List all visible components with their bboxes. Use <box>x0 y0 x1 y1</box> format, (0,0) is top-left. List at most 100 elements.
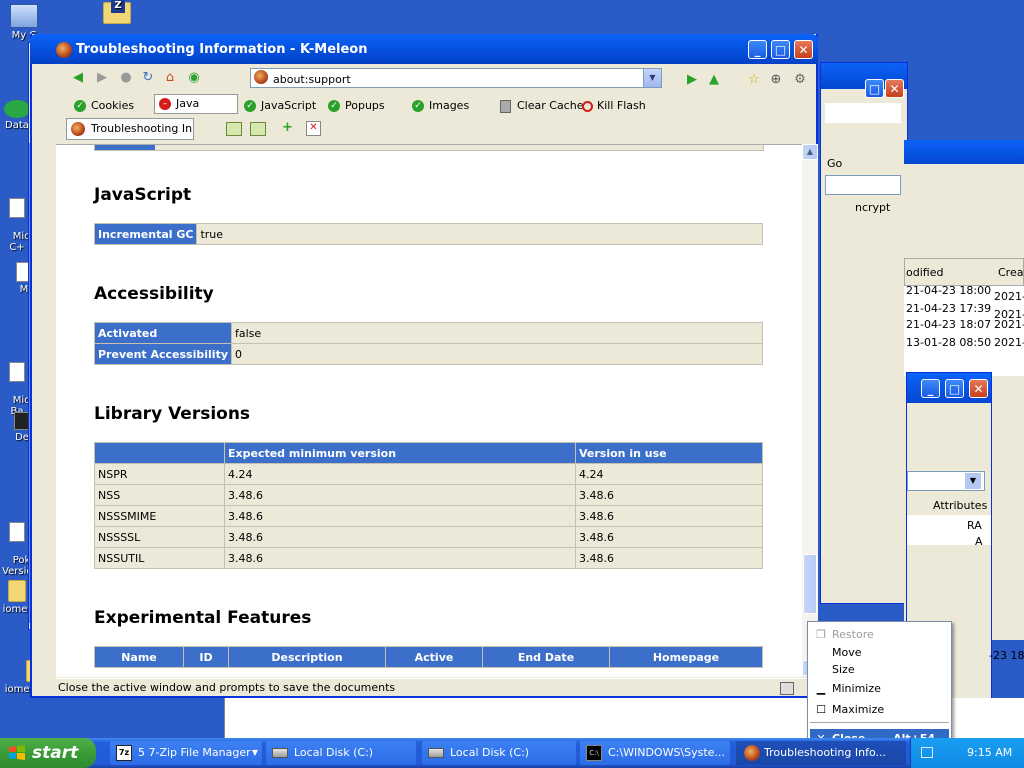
java-toggle[interactable]: – Java <box>154 94 238 114</box>
desktop-icon-zip[interactable]: Z <box>100 0 134 26</box>
table-key: Activated <box>94 322 232 344</box>
list-item[interactable]: 21-04-23 17:39 <box>906 302 991 315</box>
table-row: NSS 3.48.6 3.48.6 <box>94 484 763 506</box>
chevron-down-icon[interactable]: ▼ <box>643 69 661 87</box>
taskbar-item-local-disk-2[interactable]: Local Disk (C:) <box>422 741 576 765</box>
table-value: 0 <box>231 343 763 365</box>
table-cell: NSS <box>94 484 225 506</box>
column-header: Homepage <box>609 646 763 668</box>
tab-troubleshooting[interactable]: Troubleshooting In... <box>66 118 194 140</box>
go-label[interactable]: Go <box>827 157 842 170</box>
tab-forward-icon[interactable] <box>250 122 266 136</box>
javascript-toggle[interactable]: ✓ JavaScript <box>244 97 316 115</box>
scroll-up-icon[interactable]: ▲ <box>802 144 818 160</box>
table-row: NSSSSL 3.48.6 3.48.6 <box>94 526 763 548</box>
taskbar-item-kmeleon[interactable]: Troubleshooting Info... <box>736 741 906 765</box>
forward-icon[interactable]: ▶ <box>94 70 110 86</box>
vertical-scrollbar[interactable]: ▲ ▼ <box>802 144 818 676</box>
up-icon[interactable]: ▲ <box>706 72 722 88</box>
drive-icon <box>272 748 288 758</box>
page-icon <box>254 70 268 84</box>
back-icon[interactable]: ◀ <box>70 70 86 86</box>
library-versions-table: Expected minimum version Version in use … <box>94 442 763 569</box>
new-tab-icon[interactable]: + <box>282 121 296 134</box>
clock[interactable]: 9:15 AM <box>967 738 1012 768</box>
table-row: NSSUTIL 3.48.6 3.48.6 <box>94 547 763 569</box>
search-icon[interactable]: ◉ <box>186 70 202 86</box>
bookmark-star-icon[interactable]: ☆ <box>746 72 762 88</box>
list-item: 2021-( <box>994 290 1024 303</box>
section-heading-library-versions: Library Versions <box>94 404 251 424</box>
status-text: Close the active window and prompts to s… <box>58 681 396 694</box>
restore-icon: ❐ <box>816 628 826 641</box>
kmeleon-icon <box>71 122 85 136</box>
table-cell: 3.48.6 <box>224 484 576 506</box>
drive-icon <box>428 748 444 758</box>
close-tab-icon[interactable]: ✕ <box>306 121 321 136</box>
maximize-button[interactable]: □ <box>771 40 790 59</box>
taskbar-item-local-disk-1[interactable]: Local Disk (C:) <box>266 741 416 765</box>
column-created[interactable]: Creat <box>998 266 1024 279</box>
list-item[interactable]: 13-01-28 08:50 <box>906 336 991 349</box>
popups-toggle[interactable]: ✓ Popups <box>328 97 385 115</box>
list-item: 2021-( <box>994 318 1024 331</box>
menu-item-minimize[interactable]: ▁ Minimize <box>810 679 949 698</box>
kill-flash-button[interactable]: Kill Flash <box>582 97 646 115</box>
title-bar[interactable]: Troubleshooting Information - K-Meleon _… <box>30 34 818 64</box>
settings-icon[interactable]: ⚙ <box>792 72 808 88</box>
tab-back-icon[interactable] <box>226 122 242 136</box>
reload-icon[interactable]: ↻ <box>140 70 156 86</box>
start-button[interactable]: start <box>0 738 96 768</box>
taskbar-item-console[interactable]: C:\ C:\WINDOWS\Syste... <box>580 741 730 765</box>
url-input[interactable] <box>271 70 645 88</box>
window-maximize-button[interactable]: □ <box>865 79 884 98</box>
network-icon[interactable] <box>921 747 933 758</box>
kmeleon-icon <box>56 42 72 58</box>
window-maximize-button[interactable]: □ <box>945 379 964 398</box>
lock-icon <box>780 682 794 695</box>
table-cell: 4.24 <box>575 463 763 485</box>
table-cell: 3.48.6 <box>224 505 576 527</box>
status-bar: Close the active window and prompts to s… <box>56 678 818 696</box>
close-button[interactable]: ✕ <box>794 40 813 59</box>
installer-icon <box>9 362 25 382</box>
cookies-toggle[interactable]: ✓ Cookies <box>74 97 134 115</box>
menu-item-restore[interactable]: ❐ Restore <box>810 625 949 644</box>
url-bar[interactable]: ▼ <box>250 68 662 88</box>
add-icon[interactable]: ⊕ <box>768 72 784 88</box>
clear-cache-button[interactable]: Clear Cache <box>500 97 583 115</box>
menu-item-maximize[interactable]: ☐ Maximize <box>810 700 949 719</box>
window-close-button[interactable]: ✕ <box>885 79 904 98</box>
zip-folder-icon: Z <box>103 0 131 24</box>
window-close-button[interactable]: ✕ <box>969 379 988 398</box>
home-icon[interactable]: ⌂ <box>162 70 178 86</box>
taskbar-item-7zip[interactable]: 7z 5 7-Zip File Manager ▼ <box>110 741 262 765</box>
window-system-menu: ❐ Restore Move Size ▁ Minimize ☐ Maximiz… <box>807 621 952 749</box>
column-attributes[interactable]: Attributes <box>933 499 987 512</box>
table-value: false <box>231 322 763 344</box>
scroll-thumb[interactable] <box>803 554 817 614</box>
go-icon[interactable]: ▶ <box>684 72 700 88</box>
menu-item-size[interactable]: Size <box>810 660 949 679</box>
7zip-icon: 7z <box>116 745 132 761</box>
app-icon <box>4 100 30 118</box>
section-heading-javascript: JavaScript <box>94 185 192 205</box>
list-item[interactable]: 21-04-23 18:07 <box>906 318 991 331</box>
background-window-7zip[interactable]: □ ✕ Go ncrypt <box>820 62 908 604</box>
column-modified[interactable]: odified <box>906 266 943 279</box>
privacy-bar: ✓ Cookies – Java ✓ JavaScript ✓ Popups ✓ Imag… <box>56 94 816 116</box>
minimize-button[interactable]: _ <box>748 40 767 59</box>
table-cell: 3.48.6 <box>575 505 763 527</box>
system-tray: 9:15 AM <box>910 738 1024 768</box>
stop-icon[interactable]: ● <box>118 70 134 86</box>
column-header: Description <box>228 646 386 668</box>
table-cell: 4.24 <box>224 463 576 485</box>
kmeleon-window[interactable]: Troubleshooting Information - K-Meleon _… <box>30 34 818 698</box>
column-header: End Date <box>482 646 610 668</box>
column-header: Name <box>94 646 184 668</box>
window-minimize-button[interactable]: _ <box>921 379 940 398</box>
table-header-row: Expected minimum version Version in use <box>94 442 763 464</box>
images-toggle[interactable]: ✓ Images <box>412 97 469 115</box>
list-item[interactable]: 21-04-23 18:00 <box>906 284 991 297</box>
window-title: Troubleshooting Information - K-Meleon <box>76 42 368 57</box>
